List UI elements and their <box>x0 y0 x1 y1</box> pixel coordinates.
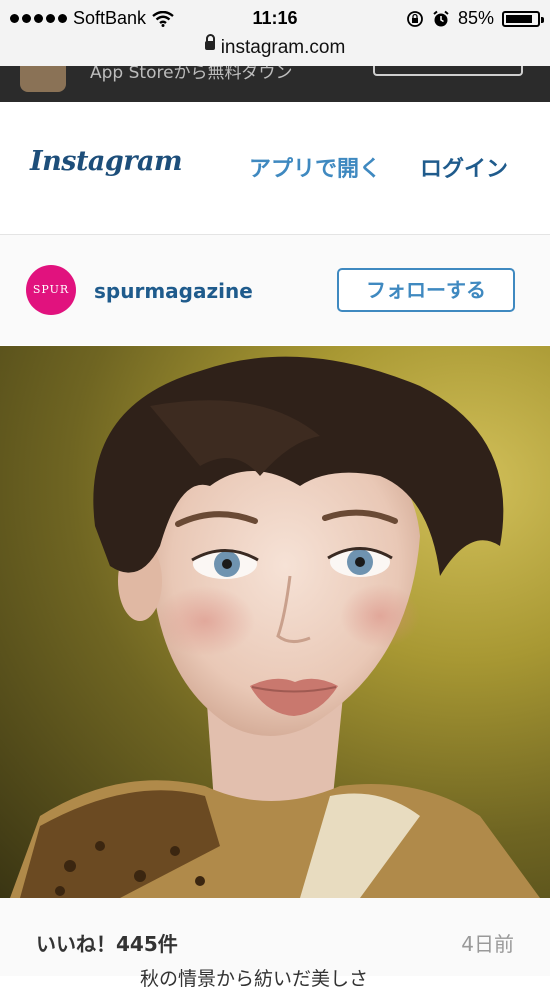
battery-percent: 85% <box>457 8 494 28</box>
username-link[interactable]: spurmagazine <box>94 279 253 303</box>
post-footer: いいね！445件 4日前 秋の情景から紡いだ美しさ <box>0 898 550 990</box>
url-domain: instagram.com <box>220 37 346 58</box>
banner-text: App Storeから無料ダウン <box>90 66 293 83</box>
post-photo[interactable] <box>0 346 550 898</box>
post-caption: 秋の情景から紡いだ美しさ <box>140 968 369 990</box>
battery-icon <box>502 10 544 27</box>
instagram-header: Instagram アプリで開く ログイン <box>0 102 550 235</box>
app-store-banner: App Storeから無料ダウン <box>0 66 550 102</box>
portrait-illustration <box>10 356 540 898</box>
url-bar[interactable]: instagram.com <box>0 34 550 66</box>
instagram-logo[interactable]: Instagram <box>30 146 183 177</box>
likes-count[interactable]: いいね！445件 <box>36 928 178 957</box>
app-icon <box>20 66 66 92</box>
lock-icon <box>204 34 215 51</box>
post-time-ago: 4日前 <box>461 932 514 956</box>
login-link[interactable]: ログイン <box>420 151 508 183</box>
open-in-app-link[interactable]: アプリで開く <box>249 151 381 183</box>
status-bar: SoftBank 11:16 85% <box>0 0 550 38</box>
avatar[interactable]: SPUR <box>26 265 76 315</box>
alarm-icon <box>433 10 449 26</box>
rotation-lock-icon <box>407 10 423 27</box>
follow-button[interactable]: フォローする <box>337 268 515 312</box>
status-right: 85% <box>406 8 544 29</box>
post-author-row: SPUR spurmagazine フォローする <box>0 235 550 345</box>
banner-get-button[interactable] <box>373 66 523 76</box>
